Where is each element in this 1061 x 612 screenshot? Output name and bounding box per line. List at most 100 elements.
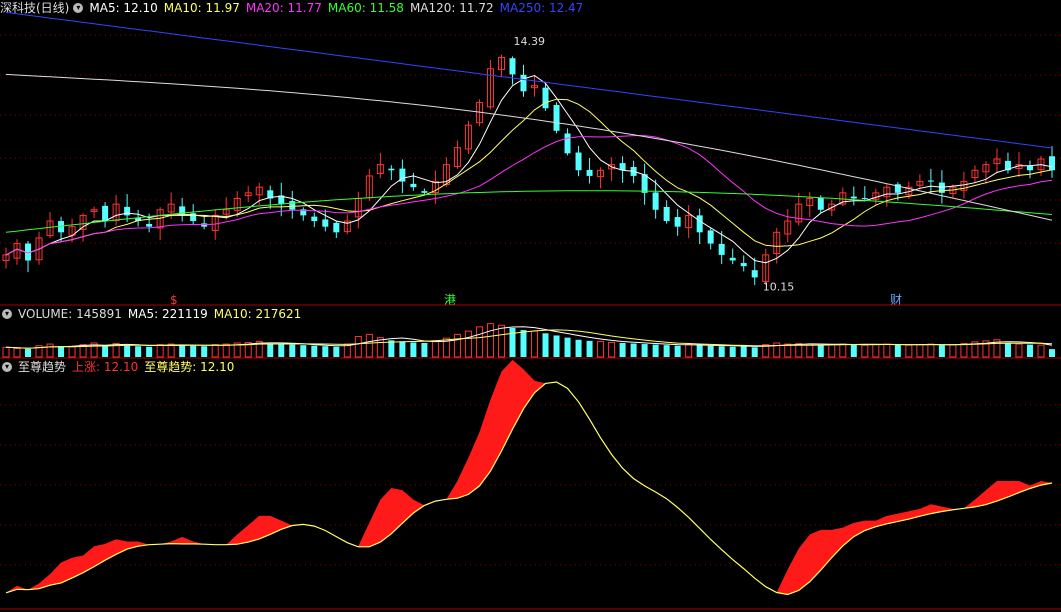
volume-bar [278, 344, 285, 357]
candle-body [586, 169, 593, 176]
candle-body [861, 198, 868, 200]
volume-bar [553, 335, 560, 357]
volume-bar [674, 345, 681, 357]
candle-body [146, 223, 153, 227]
volume-bar [1037, 344, 1045, 358]
candle-body [652, 192, 659, 210]
volume-bar [718, 346, 725, 357]
volume-bar [190, 345, 197, 357]
volume-bar [960, 343, 968, 358]
volume-bar [1015, 343, 1023, 358]
ma5-line [5, 74, 1053, 264]
candle-body [311, 216, 318, 222]
high-price-label: 14.39 [513, 35, 545, 48]
volume-bar [729, 346, 736, 357]
volume-bar [586, 340, 593, 357]
candle-body [641, 174, 648, 193]
volume-bar [146, 346, 153, 357]
candle-body [729, 257, 736, 261]
candle-body [520, 74, 527, 92]
volume-bar [354, 336, 362, 358]
candle-body [553, 105, 560, 131]
volume-bar [179, 345, 186, 357]
volume-bar [102, 345, 109, 357]
volume-bar [850, 344, 857, 357]
volume-bar [13, 347, 21, 358]
volume-bar [475, 326, 483, 358]
candle-body [564, 133, 571, 154]
volume-bar [267, 343, 274, 357]
volume-bar [399, 341, 406, 357]
volume-bar [916, 344, 924, 358]
volume-bar [608, 341, 616, 358]
volume-bar [597, 340, 605, 358]
candle-body [927, 180, 934, 182]
candle-body [707, 230, 714, 244]
chart-canvas[interactable]: 14.39 10.15 [0, 0, 1061, 612]
volume-bar [817, 345, 824, 357]
volume-bar [861, 344, 869, 358]
volume-bar [311, 345, 318, 357]
volume-bar [486, 323, 494, 358]
candle-body [322, 219, 329, 227]
candle-body [421, 191, 428, 193]
candle-body [674, 217, 681, 227]
candle-body [718, 243, 725, 255]
volume-bar [542, 333, 549, 357]
candle-body [388, 168, 395, 171]
volume-bar [421, 343, 428, 357]
volume-bar [167, 343, 175, 358]
volume-bar [1004, 343, 1011, 357]
candle-body [124, 206, 131, 216]
volume-bar [1026, 344, 1033, 357]
candle-body [542, 87, 549, 109]
ma20-line [5, 135, 1053, 256]
candle-body [1026, 166, 1033, 171]
candle-body [509, 58, 516, 75]
volume-bar [652, 344, 659, 357]
volume-bar [520, 330, 527, 357]
candle-body [740, 263, 747, 267]
low-price-label: 10.15 [763, 280, 795, 293]
volume-bar [497, 324, 505, 358]
volume-bar [156, 344, 164, 358]
volume-bar [322, 346, 329, 357]
trend-line [5, 381, 1053, 596]
candle-body [663, 206, 670, 222]
volume-bar [464, 330, 472, 358]
candle-body [102, 205, 109, 222]
volume-bar [135, 346, 142, 357]
volume-bar [696, 345, 703, 357]
volume-bar [740, 346, 747, 357]
volume-bar [388, 340, 395, 357]
volume-bar [949, 344, 957, 358]
volume-bar [883, 343, 891, 358]
volume-bar [927, 343, 935, 358]
volume-bar [707, 345, 714, 357]
volume-bar [289, 344, 296, 357]
candle-body [696, 215, 703, 233]
volume-bar [453, 333, 461, 358]
volume-bar [25, 348, 32, 357]
volume-bar [751, 347, 758, 357]
volume-bar [201, 346, 208, 357]
volume-bar [211, 344, 219, 358]
volume-bar [531, 330, 539, 358]
volume-bar [938, 345, 945, 357]
volume-bar [630, 343, 637, 357]
trend-up-fill [6, 359, 1052, 595]
volume-bar [905, 344, 913, 358]
candle-body [575, 152, 582, 171]
volume-bar [68, 346, 76, 358]
volume-bar [2, 346, 10, 358]
volume-bar [333, 346, 340, 357]
volume-bar [575, 339, 582, 357]
candle-body [850, 196, 857, 199]
candle-body [333, 222, 340, 233]
volume-bar [410, 342, 417, 357]
volume-bar [46, 343, 54, 358]
volume-bar [564, 337, 571, 357]
volume-bar [300, 345, 307, 357]
volume-bar [124, 345, 131, 357]
volume-bar [509, 327, 516, 357]
